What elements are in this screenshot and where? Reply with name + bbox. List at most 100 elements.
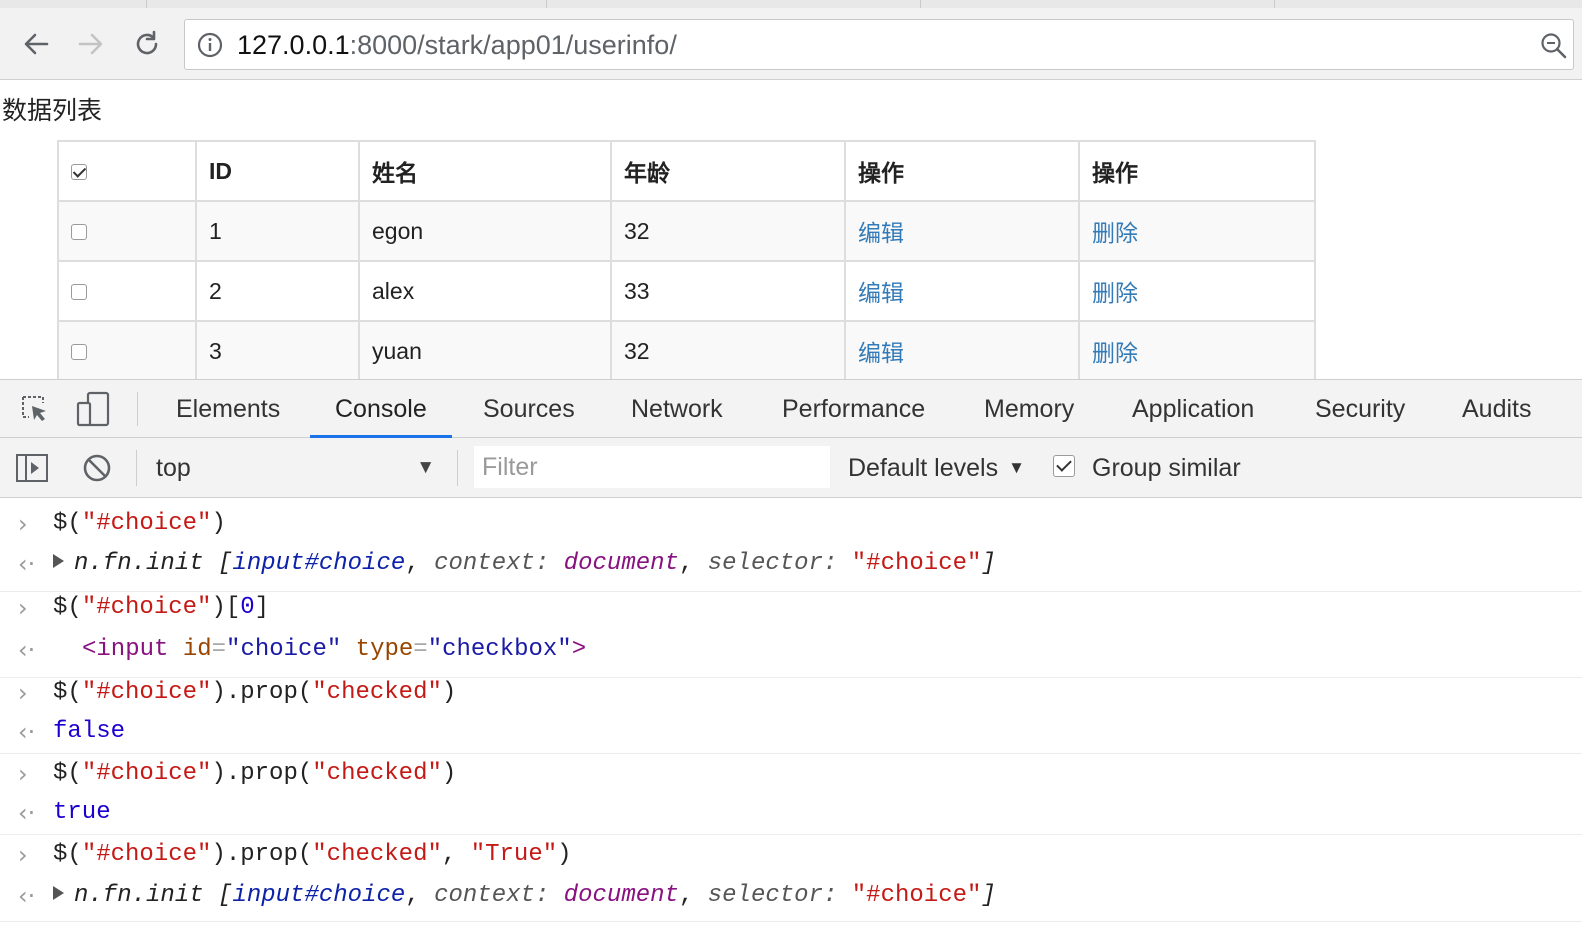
context-selector[interactable]: top ▼ [156,448,441,488]
tab-strip [0,0,1582,8]
prompt-chevron-icon: › [18,594,28,622]
cell-id: 2 [195,260,360,322]
tab-divider [146,0,147,8]
header-select-all-cell [57,140,197,202]
tab-elements[interactable]: Elements [151,380,305,438]
tab-divider [546,0,547,8]
row-checkbox[interactable] [71,224,87,241]
prompt-chevron-icon: › [18,679,28,707]
console-output-line: ‹· false [0,718,1582,754]
group-similar-checkbox[interactable] [1053,455,1075,477]
header-name: 姓名 [358,140,612,202]
address-bar[interactable]: 127.0.0.1:8000/stark/app01/userinfo/ [184,19,1574,70]
prompt-chevron-icon: › [18,841,28,869]
tab-memory[interactable]: Memory [959,380,1099,438]
tab-security[interactable]: Security [1290,380,1430,438]
row-select-cell [57,260,197,322]
edit-link[interactable]: 编辑 [858,280,904,306]
result-arrow-icon: ‹· [18,799,36,827]
tab-divider [920,0,921,8]
filter-input[interactable] [474,446,830,488]
cell-name: alex [358,260,612,322]
expand-triangle-icon[interactable] [53,886,64,900]
context-value: top [156,454,191,482]
page-content: 数据列表 ID 姓名 年龄 操作 操作 1 egon 32 编辑 删除 2 al… [0,81,1582,382]
console-messages: › $("#choice") ‹· n.fn.init [input#choic… [0,498,1582,928]
delete-link[interactable]: 删除 [1092,220,1138,246]
cell-name: yuan [358,320,612,382]
reload-icon [136,30,158,55]
reload-button[interactable] [127,24,167,64]
tab-audits[interactable]: Audits [1437,380,1556,438]
toolbar-separator [457,450,458,486]
zoom-icon[interactable] [1539,31,1569,61]
inspect-cursor-icon [22,396,46,421]
delete-link[interactable]: 删除 [1092,280,1138,306]
devtools-panel: Elements Console Sources Network Perform… [0,379,1582,928]
console-output-line[interactable]: ‹· n.fn.init [input#choice, context: doc… [0,882,1582,922]
cell-edit: 编辑 [844,320,1080,382]
forward-arrow-icon [78,33,103,55]
toolbar-separator [136,450,137,486]
chevron-down-icon: ▼ [416,457,435,478]
result-arrow-icon: ‹· [18,882,36,910]
console-output-line[interactable]: ‹· n.fn.init [input#choice, context: doc… [0,550,1582,592]
browser-toolbar: 127.0.0.1:8000/stark/app01/userinfo/ [0,8,1582,80]
sidebar-toggle-icon [16,454,48,482]
cell-age: 32 [610,320,846,382]
url-text[interactable]: 127.0.0.1:8000/stark/app01/userinfo/ [237,29,677,61]
cell-delete: 删除 [1078,320,1316,382]
cell-id: 3 [195,320,360,382]
log-levels-dropdown[interactable]: Default levels ▼ [848,448,1025,488]
back-button[interactable] [16,24,56,64]
expand-triangle-icon[interactable] [53,554,64,568]
header-age: 年龄 [610,140,846,202]
url-path: :8000/stark/app01/userinfo/ [349,30,677,60]
edit-link[interactable]: 编辑 [858,340,904,366]
tab-divider [1274,0,1275,8]
log-levels-label: Default levels [848,454,999,482]
cell-delete: 删除 [1078,200,1316,262]
prompt-chevron-icon: › [18,510,28,538]
row-checkbox[interactable] [71,284,87,301]
delete-link[interactable]: 删除 [1092,340,1138,366]
data-table: ID 姓名 年龄 操作 操作 1 egon 32 编辑 删除 2 alex 33… [57,140,1316,382]
result-arrow-icon: ‹· [18,636,36,664]
inspect-element-button[interactable] [16,390,54,428]
tab-network[interactable]: Network [606,380,748,438]
forward-button[interactable] [71,24,111,64]
header-id: ID [195,140,360,202]
tab-performance[interactable]: Performance [757,380,950,438]
table-header-row: ID 姓名 年龄 操作 操作 [57,140,1316,202]
console-output-line: ‹· true [0,799,1582,835]
url-host: 127.0.0.1 [237,30,350,60]
row-select-cell [57,320,197,382]
cell-edit: 编辑 [844,200,1080,262]
result-arrow-icon: ‹· [18,718,36,746]
table-row: 3 yuan 32 编辑 删除 [57,320,1316,382]
info-icon[interactable] [197,32,223,58]
group-similar-label: Group similar [1092,454,1241,482]
show-sidebar-button[interactable] [14,450,50,486]
edit-link[interactable]: 编辑 [858,220,904,246]
cell-id: 1 [195,200,360,262]
page-title: 数据列表 [2,97,103,125]
header-delete: 操作 [1078,140,1316,202]
cell-delete: 删除 [1078,260,1316,322]
table-row: 1 egon 32 编辑 删除 [57,200,1316,262]
row-checkbox[interactable] [71,344,87,361]
clear-console-button[interactable] [79,450,115,486]
tab-sources[interactable]: Sources [458,380,600,438]
result-arrow-icon: ‹· [18,550,36,578]
select-all-checkbox[interactable] [71,164,87,181]
device-icon [76,391,110,427]
back-arrow-icon [24,33,49,55]
tab-bar-separator [137,392,138,426]
device-toolbar-button[interactable] [74,390,112,428]
chevron-down-icon: ▼ [1008,458,1025,477]
console-output-line[interactable]: ‹· <input id="choice" type="checkbox"> [0,636,1582,678]
tab-application[interactable]: Application [1107,380,1279,438]
cell-edit: 编辑 [844,260,1080,322]
tab-console[interactable]: Console [310,380,452,438]
cell-age: 32 [610,200,846,262]
